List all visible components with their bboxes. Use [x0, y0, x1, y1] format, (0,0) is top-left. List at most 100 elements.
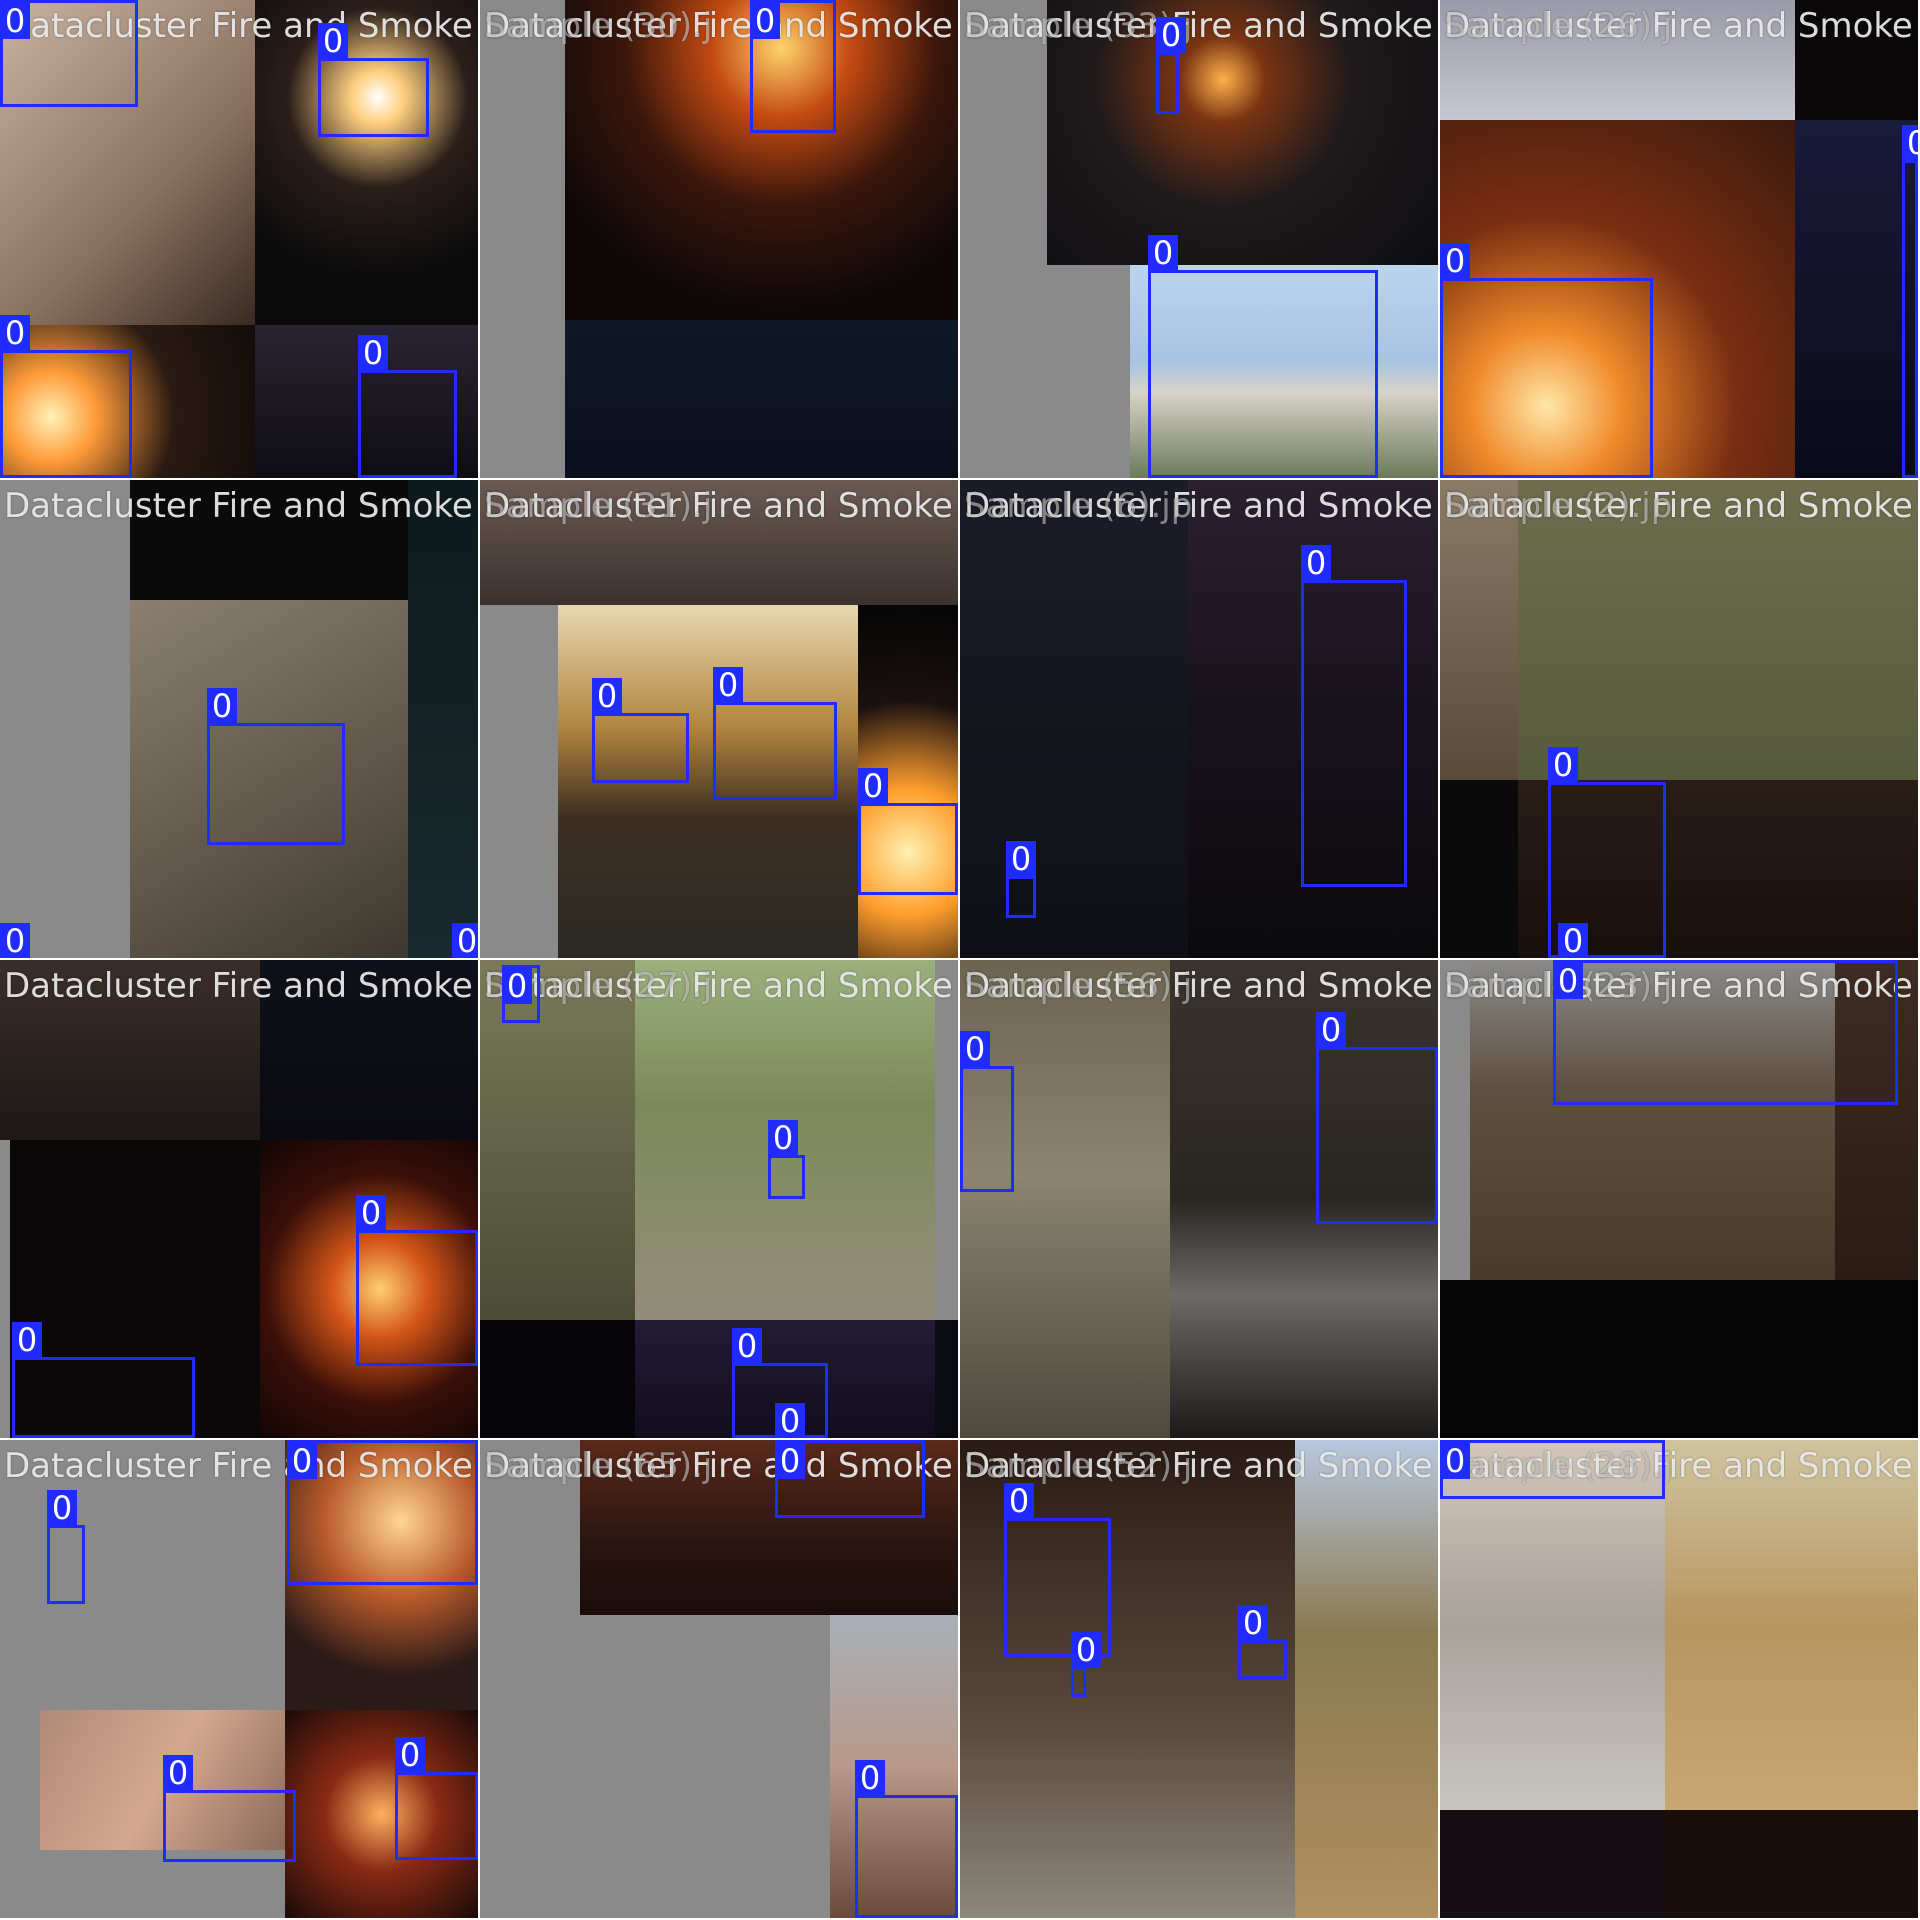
class-id-label: 0 — [1238, 1605, 1268, 1641]
class-id-label: 0 — [1006, 841, 1036, 877]
detection-box: 0 — [592, 678, 689, 783]
detection-box: 0 — [12, 1322, 195, 1438]
photo-tile — [1440, 0, 1795, 120]
class-id-label: 0 — [1548, 747, 1578, 783]
mosaic-cell: Datacluster Fire and Smoke SampleSample … — [1440, 960, 1918, 1438]
photo-tile — [480, 1320, 635, 1438]
mosaic-cell: Datacluster Fire and Smoke SampleSample … — [960, 960, 1438, 1438]
class-id-label: 0 — [855, 1760, 885, 1796]
photo-tile — [1665, 1810, 1918, 1918]
photo-tile — [1440, 1280, 1918, 1438]
class-id-label: 0 — [960, 1031, 990, 1067]
photo-tile — [1440, 480, 1518, 780]
photo-tile — [0, 960, 260, 1140]
mosaic-cell: Datacluster Fire and Smoke SampleSample … — [960, 480, 1438, 958]
photo-tile — [408, 480, 478, 958]
mosaic-cell: Datacluster Fire and Smoke SampleSample … — [480, 480, 958, 958]
class-id-label: 0 — [207, 688, 237, 724]
class-id-label: 0 — [502, 968, 532, 1004]
class-id-label: 0 — [395, 1737, 425, 1773]
class-id-label: 0 — [356, 1195, 386, 1231]
photo-tile — [0, 480, 130, 958]
detection-box: 0 — [0, 0, 138, 107]
class-id-label: 0 — [775, 1403, 805, 1438]
photo-tile — [0, 1140, 10, 1438]
photo-tile — [1047, 0, 1438, 265]
detection-box: 0 — [1902, 125, 1918, 478]
photo-tile — [260, 960, 478, 1140]
detection-box: 0 — [356, 1195, 478, 1366]
class-id-label: 0 — [1148, 235, 1178, 271]
class-id-label: 0 — [1440, 243, 1470, 279]
class-id-label: 0 — [713, 667, 743, 703]
class-id-label: 0 — [1301, 545, 1331, 581]
detection-box: 0 — [0, 315, 132, 478]
class-id-label: 0 — [1316, 1012, 1346, 1048]
detection-box: 0 — [1006, 841, 1036, 918]
photo-tile — [1440, 780, 1518, 958]
mosaic-cell: Datacluster Fire and Smoke SampleSample … — [960, 0, 1438, 478]
detection-box: 0 — [47, 1490, 85, 1604]
class-id-label: 0 — [1902, 125, 1918, 161]
detection-box: 0 — [1071, 1632, 1101, 1697]
class-id-label: 0 — [775, 1443, 805, 1479]
photo-tile — [480, 480, 958, 605]
detection-box: 0 — [163, 1755, 296, 1862]
class-id-label: 0 — [1558, 923, 1588, 958]
class-id-label: 0 — [750, 3, 780, 39]
detection-box: 0 — [775, 1440, 925, 1518]
class-id-label: 0 — [1156, 17, 1186, 53]
class-id-label: 0 — [12, 1322, 42, 1358]
photo-tile — [1665, 1440, 1918, 1810]
photo-tile — [1440, 960, 1470, 1280]
detection-box: 0 — [395, 1737, 478, 1860]
detection-box: 0 — [502, 965, 540, 1023]
photo-tile — [1795, 0, 1918, 120]
class-id-label: 0 — [318, 23, 348, 59]
class-id-label: 0 — [287, 1443, 317, 1479]
mosaic-cell: Datacluster Fire and Smoke SampleSample … — [480, 0, 958, 478]
detection-box: 0 — [768, 1120, 805, 1199]
detection-box: 0 — [960, 1031, 1014, 1192]
detection-box: 0 — [1148, 235, 1378, 478]
mosaic-cell: Datacluster Fire and Smoke SampleSample … — [1440, 1440, 1918, 1918]
class-id-label: 0 — [1440, 1443, 1470, 1479]
detection-box: 0 — [1316, 1012, 1438, 1224]
class-id-label: 0 — [163, 1755, 193, 1791]
detection-box: 0 — [318, 23, 429, 137]
training-batch-mosaic: Datacluster Fire and Smoke Sample0000Dat… — [0, 0, 1920, 1920]
class-id-label: 0 — [0, 315, 30, 351]
mosaic-cell: Datacluster Fire and Smoke SampleSample … — [960, 1440, 1438, 1918]
mosaic-cell: Datacluster Fire and Smoke Sample0000 — [0, 1440, 478, 1918]
detection-box: 0 — [750, 0, 836, 133]
mosaic-cell: Datacluster Fire and Smoke SampleSample … — [480, 1440, 958, 1918]
class-id-label: 0 — [592, 678, 622, 714]
detection-box: 0 — [358, 335, 457, 478]
photo-tile — [255, 0, 478, 325]
detection-box: 0 — [1440, 1440, 1665, 1499]
photo-tile — [480, 0, 565, 478]
mosaic-cell: Datacluster Fire and Smoke Sample000 — [0, 480, 478, 958]
class-id-label: 0 — [452, 923, 478, 958]
class-id-label: 0 — [358, 335, 388, 371]
photo-tile — [960, 960, 1170, 1438]
detection-box: 0 — [858, 768, 958, 895]
class-id-label: 0 — [858, 768, 888, 804]
class-id-label: 0 — [768, 1120, 798, 1156]
detection-box: 0 — [855, 1760, 958, 1918]
class-id-label: 0 — [1553, 963, 1583, 999]
photo-tile — [960, 480, 1188, 958]
detection-box: 0 — [1440, 243, 1653, 478]
detection-box: 0 — [1238, 1605, 1287, 1679]
class-id-label: 0 — [0, 3, 30, 39]
mosaic-cell: Datacluster Fire and Smoke SampleSample … — [480, 960, 958, 1438]
detection-box: 0 — [207, 688, 345, 845]
detection-box: 0 — [713, 667, 837, 800]
photo-tile — [565, 320, 958, 478]
photo-tile — [1295, 1440, 1438, 1918]
mosaic-cell: Datacluster Fire and Smoke Sample0000 — [0, 0, 478, 478]
detection-box: 0 — [1156, 17, 1186, 114]
detection-box: 0 — [1553, 960, 1898, 1105]
class-id-label: 0 — [1071, 1632, 1101, 1668]
class-id-label: 0 — [732, 1328, 762, 1364]
